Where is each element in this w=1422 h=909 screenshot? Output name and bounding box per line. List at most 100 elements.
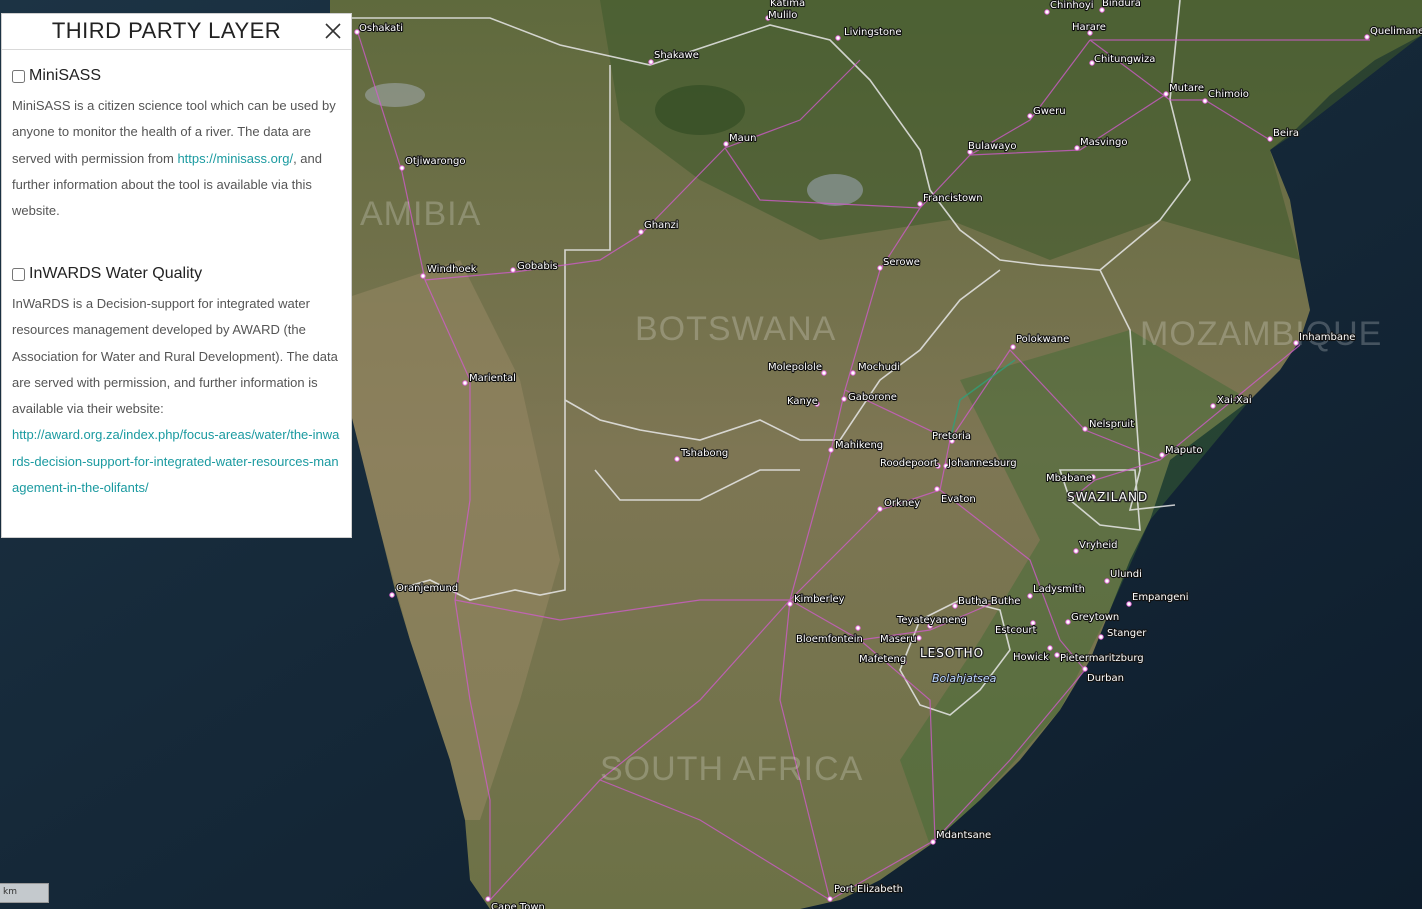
city-marker-ladysmith xyxy=(1027,593,1033,599)
city-label-ladysmith: Ladysmith xyxy=(1033,584,1085,595)
city-label-otjiwarongo: Otjiwarongo xyxy=(405,156,465,167)
city-label-nelspruit: Nelspruit xyxy=(1089,419,1134,430)
salt-pan xyxy=(807,174,863,206)
city-marker-maseru xyxy=(916,635,922,641)
city-marker-pietermaritzburg xyxy=(1054,652,1060,658)
city-marker-francistown xyxy=(917,201,923,207)
city-label-mariental: Mariental xyxy=(469,373,516,384)
city-label-chinhoyi: Chinhoyi xyxy=(1050,0,1094,11)
city-marker-mochudi xyxy=(850,370,856,376)
city-label-kimberley: Kimberley xyxy=(794,594,845,605)
city-marker-windhoek xyxy=(420,273,426,279)
city-label-butha-buthe: Butha-Buthe xyxy=(958,596,1020,607)
city-marker-quelimane xyxy=(1364,34,1370,40)
city-marker-beira xyxy=(1267,136,1273,142)
city-label-pretoria: Pretoria xyxy=(932,431,971,442)
svg-text:BOTSWANA: BOTSWANA xyxy=(635,310,836,348)
city-label-serowe: Serowe xyxy=(883,257,920,268)
scale-label: km xyxy=(3,887,17,897)
city-label-livingstone: Livingstone xyxy=(844,27,901,38)
city-label-oshakati: Oshakati xyxy=(359,23,403,34)
minisass-link[interactable]: https://minisass.org/ xyxy=(177,151,293,166)
panel-header: THIRD PARTY LAYER xyxy=(2,14,351,50)
city-marker-bloemfontein xyxy=(855,625,861,631)
svg-text:SOUTH AFRICA: SOUTH AFRICA xyxy=(600,750,863,788)
svg-text:SWAZILAND: SWAZILAND xyxy=(1067,490,1148,504)
city-marker-maputo xyxy=(1159,452,1165,458)
city-marker-mahikeng xyxy=(828,447,834,453)
city-marker-cape-town xyxy=(485,896,491,902)
layer-inwards: InWARDS Water Quality InWaRDS is a Decis… xyxy=(12,263,341,501)
city-marker-durban xyxy=(1082,666,1088,672)
city-marker-gweru xyxy=(1027,113,1033,119)
city-label-mafeteng: Mafeteng xyxy=(859,654,906,665)
layer-name: InWARDS Water Quality xyxy=(29,265,203,282)
city-label-pietermaritzburg: Pietermaritzburg xyxy=(1060,653,1144,664)
minisass-checkbox[interactable] xyxy=(12,69,25,83)
layer-minisass: MiniSASS MiniSASS is a citizen science t… xyxy=(12,65,341,224)
inwards-checkbox[interactable] xyxy=(12,267,25,281)
description-text: InWaRDS is a Decision-support for integr… xyxy=(12,296,338,417)
city-marker-mdantsane xyxy=(930,839,936,845)
layer-name: MiniSASS xyxy=(29,67,102,84)
city-marker-polokwane xyxy=(1010,344,1016,350)
city-label-quelimane: Quelimane xyxy=(1370,26,1422,37)
city-label-ulundi: Ulundi xyxy=(1110,569,1142,580)
okavango-delta xyxy=(655,85,745,135)
city-label-kanye: Kanye xyxy=(787,396,818,407)
city-label-johannesburg: Johannesburg xyxy=(947,458,1017,469)
city-marker-livingstone xyxy=(835,35,841,41)
award-link[interactable]: http://award.org.za/index.php/focus-area… xyxy=(12,427,339,495)
city-marker-molepolole xyxy=(821,370,827,376)
city-marker-maun xyxy=(723,141,729,147)
city-label-molepolole: Molepolole xyxy=(768,362,822,373)
city-label-maputo: Maputo xyxy=(1165,445,1202,456)
city-marker-mutare xyxy=(1163,91,1169,97)
city-label-port-elizabeth: Port Elizabeth xyxy=(834,884,903,895)
city-label-howick: Howick xyxy=(1013,652,1049,663)
city-label-gobabis: Gobabis xyxy=(517,261,558,272)
city-label-gaborone: Gaborone xyxy=(848,392,897,403)
city-marker-evaton xyxy=(934,486,940,492)
city-marker-tshabong xyxy=(674,456,680,462)
city-label-mdantsane: Mdantsane xyxy=(936,830,991,841)
city-label-mahikeng: Mahikeng xyxy=(835,440,883,451)
city-label-mbabane: Mbabane xyxy=(1046,473,1092,484)
layer-description: InWaRDS is a Decision-support for integr… xyxy=(12,291,341,501)
scale-bar: km xyxy=(0,883,49,903)
city-label-evaton: Evaton xyxy=(941,494,976,505)
city-label-xai-xai: Xai-Xai xyxy=(1217,395,1252,406)
city-marker-ghanzi xyxy=(638,229,644,235)
city-label-tshabong: Tshabong xyxy=(680,448,728,459)
city-label-mochudi: Mochudi xyxy=(858,362,900,373)
close-icon[interactable] xyxy=(324,22,342,40)
city-marker-howick xyxy=(1047,645,1053,651)
city-marker-port-elizabeth xyxy=(827,896,833,902)
city-label-gweru: Gweru xyxy=(1033,106,1066,117)
city-marker-gaborone xyxy=(841,396,847,402)
city-label-ghanzi: Ghanzi xyxy=(644,220,679,231)
city-marker-serowe xyxy=(877,265,883,271)
water-label: Bolahjatsea xyxy=(932,672,997,685)
layer-description: MiniSASS is a citizen science tool which… xyxy=(12,93,341,224)
city-label-shakawe: Shakawe xyxy=(654,50,699,61)
city-label-beira: Beira xyxy=(1273,128,1299,139)
city-label-teyateyaneng: Teyateyaneng xyxy=(896,615,967,626)
city-marker-ulundi xyxy=(1104,578,1110,584)
city-label-mutare: Mutare xyxy=(1169,83,1204,94)
city-label-bloemfontein: Bloemfontein xyxy=(796,634,863,645)
city-label-vryheid: Vryheid xyxy=(1079,540,1118,551)
city-marker-nelspruit xyxy=(1082,426,1088,432)
city-marker-vryheid xyxy=(1073,548,1079,554)
city-label-durban: Durban xyxy=(1087,673,1124,684)
city-marker-stanger xyxy=(1098,634,1104,640)
city-label-francistown: Francistown xyxy=(923,193,983,204)
city-label-chimoio: Chimoio xyxy=(1208,89,1249,100)
city-marker-butha-buthe xyxy=(952,603,958,609)
city-label-maseru: Maseru xyxy=(880,634,917,645)
panel-title: THIRD PARTY LAYER xyxy=(51,18,282,43)
city-marker-orkney xyxy=(877,506,883,512)
city-label-harare: Harare xyxy=(1072,22,1106,33)
city-label-cape-town: Cape Town xyxy=(491,902,545,909)
city-label-bindura: Bindura xyxy=(1102,0,1141,9)
